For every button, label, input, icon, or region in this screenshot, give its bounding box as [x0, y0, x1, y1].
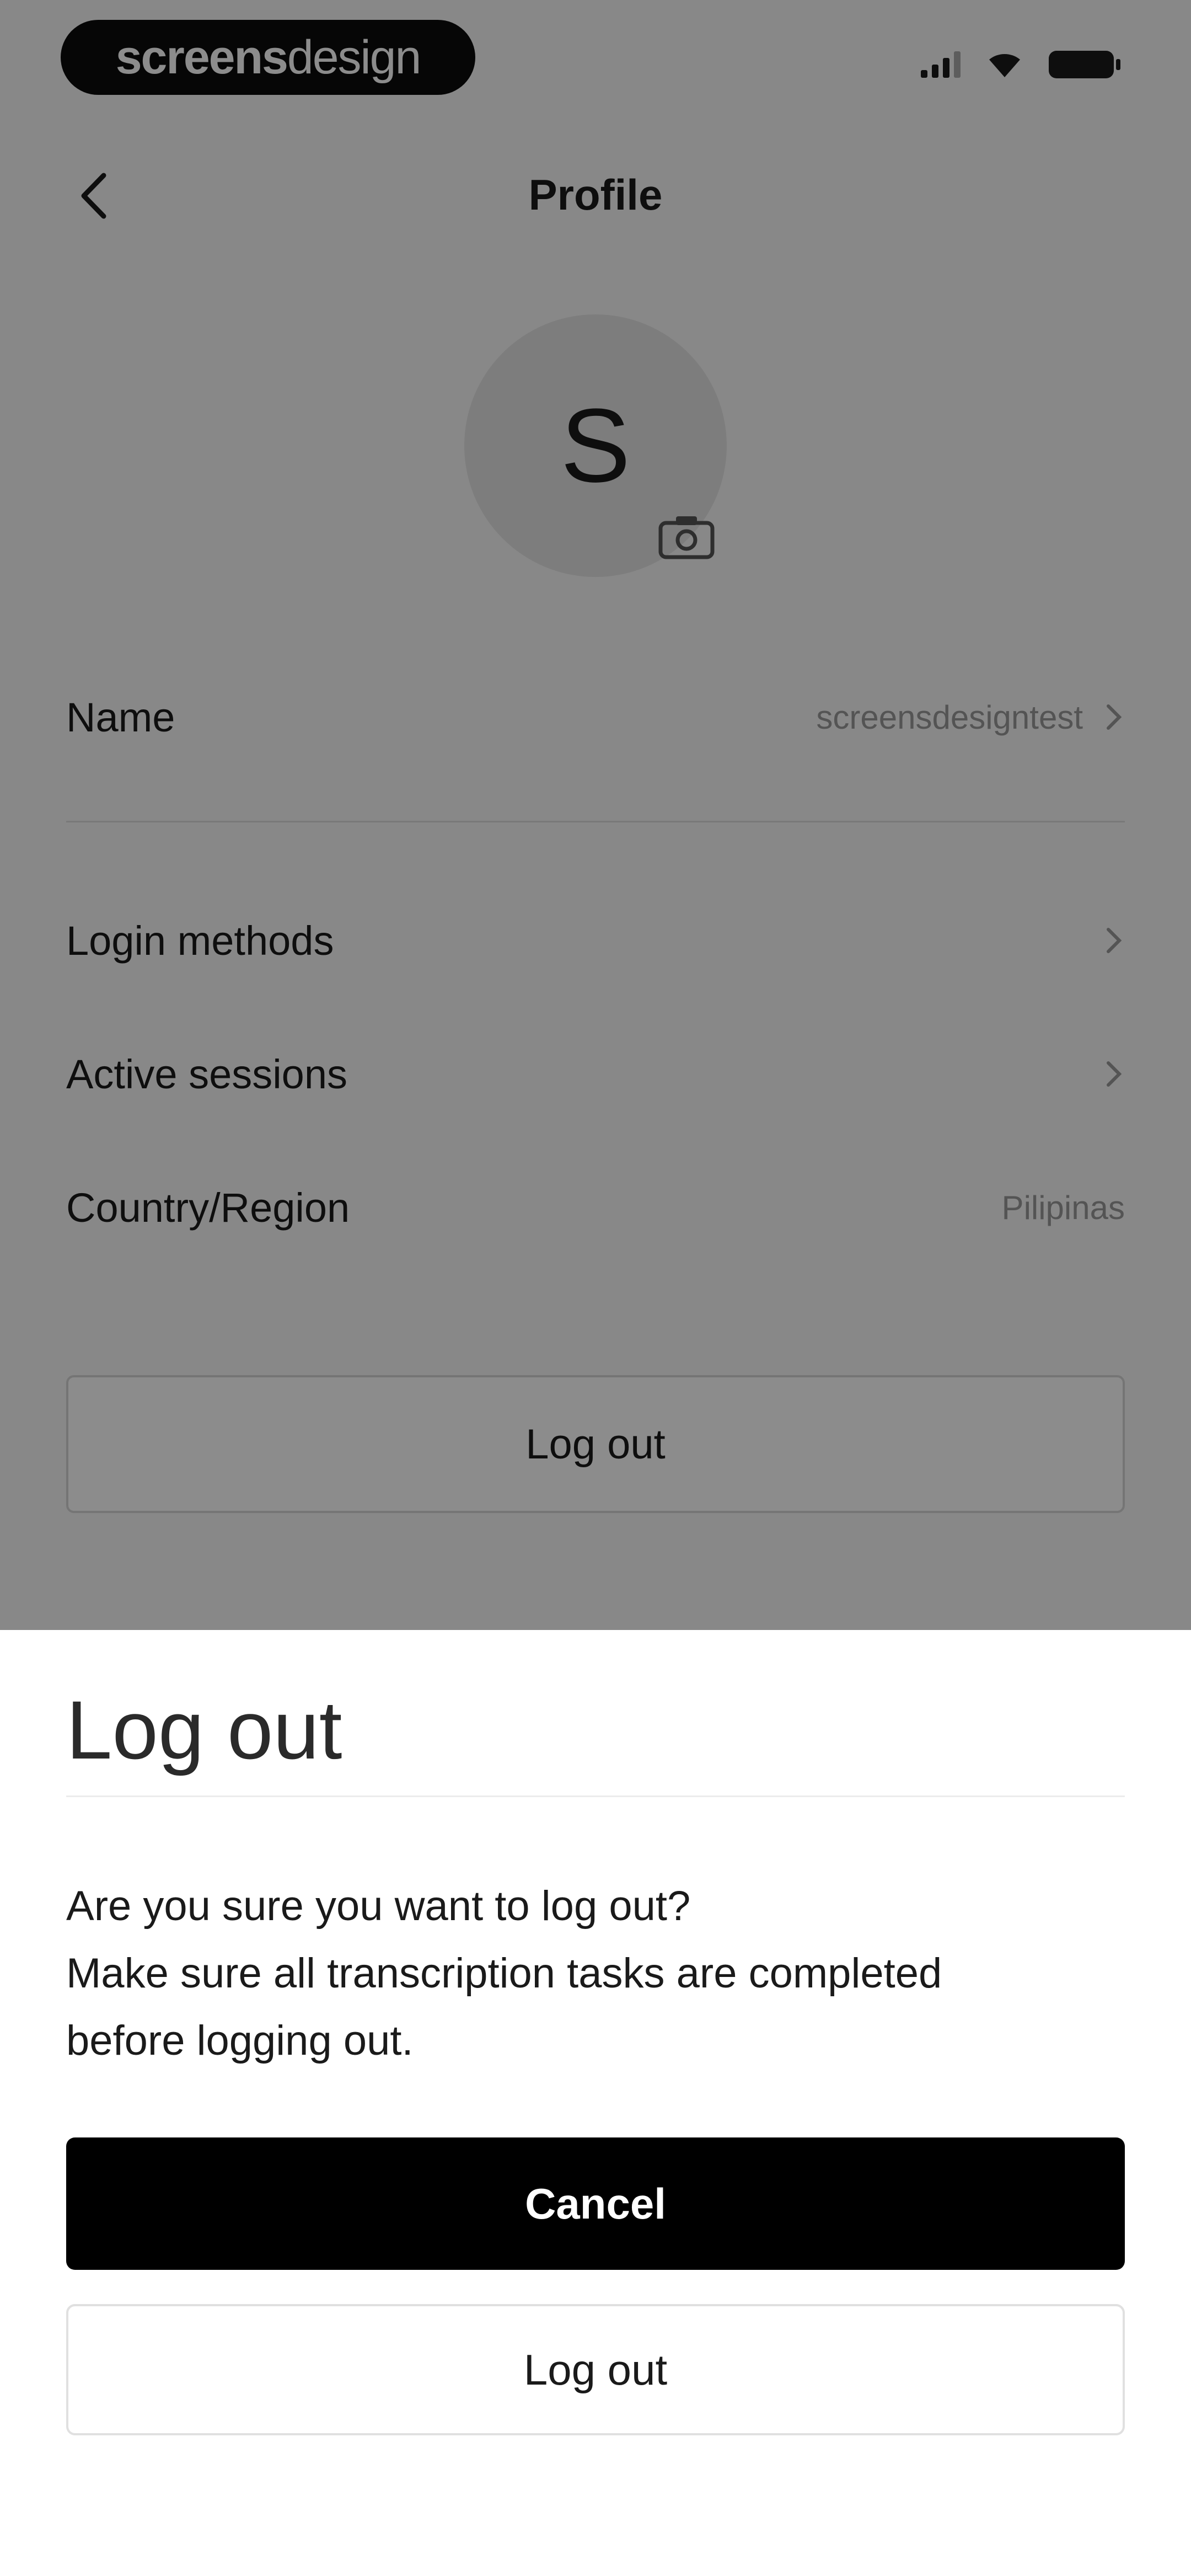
cancel-button[interactable]: Cancel — [66, 2137, 1125, 2270]
message-line: before logging out. — [66, 2017, 414, 2064]
logout-bottom-sheet: Log out Are you sure you want to log out… — [0, 1630, 1191, 2576]
message-line: Are you sure you want to log out? — [66, 1883, 691, 1930]
divider — [66, 1795, 1125, 1797]
message-line: Make sure all transcription tasks are co… — [66, 1950, 942, 1997]
modal-backdrop[interactable] — [0, 0, 1191, 1630]
sheet-title: Log out — [66, 1684, 342, 1776]
sheet-message: Are you sure you want to log out? Make s… — [66, 1873, 1125, 2075]
confirm-logout-button[interactable]: Log out — [66, 2304, 1125, 2435]
